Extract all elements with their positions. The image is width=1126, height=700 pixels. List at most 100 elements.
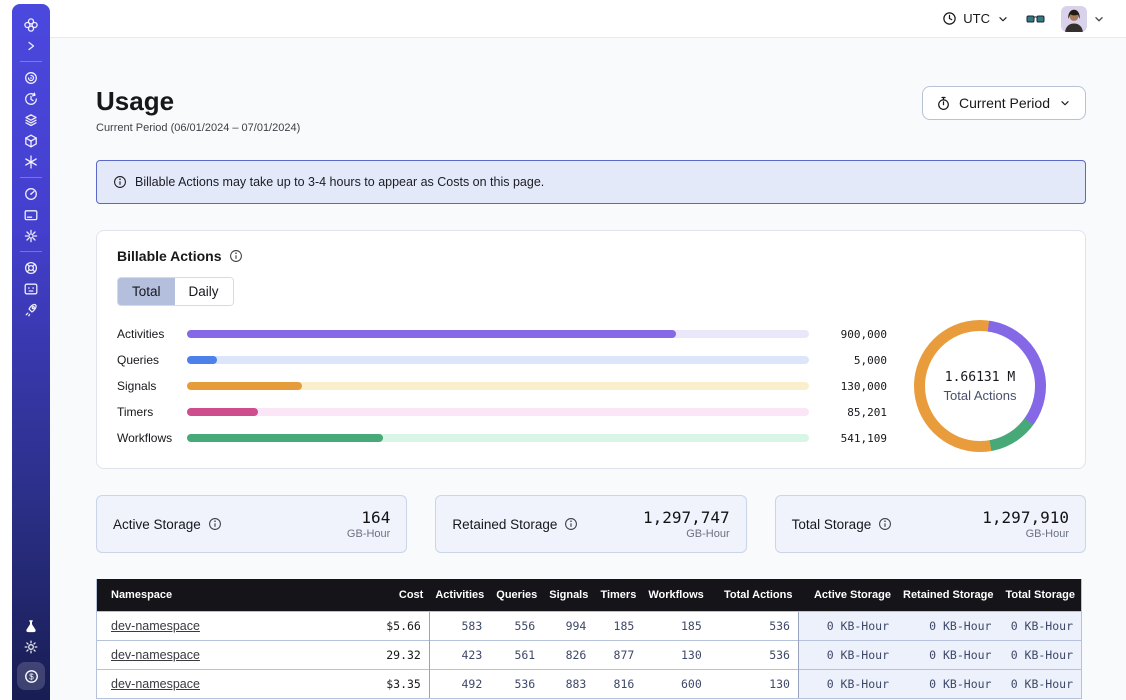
table-row: dev-namespace $3.35 492 536 883 816 600 … <box>97 669 1082 698</box>
bar-value: 900,000 <box>825 328 887 341</box>
retained-storage-cell: 0 KB-Hour <box>897 611 999 640</box>
timers-cell: 877 <box>594 640 642 669</box>
signals-cell: 883 <box>543 669 594 698</box>
lab-flask-icon[interactable] <box>18 615 44 636</box>
info-icon[interactable] <box>229 249 243 263</box>
gauge-icon[interactable] <box>18 183 44 204</box>
theme-sun-icon[interactable] <box>18 636 44 657</box>
namespace-link[interactable]: dev-namespace <box>111 648 200 662</box>
sidebar-divider <box>20 251 42 252</box>
table-header-row: Namespace Cost Activities Queries Signal… <box>97 579 1082 611</box>
bar-label: Activities <box>117 327 187 341</box>
table-row: dev-namespace 29.32 423 561 826 877 130 … <box>97 640 1082 669</box>
storage-summary-row: Active Storage 164 GB-Hour Retained Stor… <box>96 495 1086 553</box>
bar-label: Signals <box>117 379 187 393</box>
workflows-cell: 130 <box>642 640 709 669</box>
sidebar-divider <box>20 177 42 178</box>
namespace-usage-table: Namespace Cost Activities Queries Signal… <box>96 579 1082 699</box>
storage-card-value-block: 1,297,910 GB-Hour <box>982 508 1069 540</box>
terminal-face-icon[interactable] <box>18 278 44 299</box>
bar-row: Signals 130,000 <box>117 373 887 399</box>
storage-card: Active Storage 164 GB-Hour <box>96 495 407 553</box>
period-dropdown-button[interactable]: Current Period <box>922 86 1086 120</box>
timers-cell: 185 <box>594 611 642 640</box>
info-icon[interactable] <box>878 517 892 531</box>
bar-fill <box>187 330 676 338</box>
storage-card: Retained Storage 1,297,747 GB-Hour <box>435 495 746 553</box>
bar-row: Activities 900,000 <box>117 321 887 347</box>
workflows-cell: 185 <box>642 611 709 640</box>
bar-value: 130,000 <box>825 380 887 393</box>
info-icon[interactable] <box>564 517 578 531</box>
retry-clock-icon[interactable] <box>18 88 44 109</box>
total-actions-cell: 130 <box>710 669 799 698</box>
stopwatch-icon <box>936 96 951 111</box>
temporal-logo-icon[interactable] <box>18 14 44 35</box>
active-storage-cell: 0 KB-Hour <box>798 640 897 669</box>
eye-icon[interactable] <box>18 67 44 88</box>
col-queries: Queries <box>490 579 543 611</box>
col-namespace: Namespace <box>97 579 342 611</box>
activities-cell: 583 <box>429 611 490 640</box>
workflows-cell: 600 <box>642 669 709 698</box>
usage-coin-icon[interactable]: $ <box>17 662 45 690</box>
retained-storage-cell: 0 KB-Hour <box>897 669 999 698</box>
billable-actions-card: Billable Actions Total Daily Activities <box>96 230 1086 469</box>
retained-storage-cell: 0 KB-Hour <box>897 640 999 669</box>
total-actions-cell: 536 <box>710 640 799 669</box>
page-subtitle: Current Period (06/01/2024 – 07/01/2024) <box>96 122 300 134</box>
col-workflows: Workflows <box>642 579 709 611</box>
asterisk-icon[interactable] <box>18 151 44 172</box>
storage-card-value-block: 1,297,747 GB-Hour <box>643 508 730 540</box>
storage-card-value: 1,297,910 <box>982 508 1069 527</box>
storage-card-value: 164 <box>347 508 390 527</box>
signals-cell: 826 <box>543 640 594 669</box>
rocket-icon[interactable] <box>18 299 44 320</box>
main-content: Usage Current Period (06/01/2024 – 07/01… <box>50 38 1126 700</box>
bar-track <box>187 434 809 442</box>
layers-icon[interactable] <box>18 109 44 130</box>
bar-row: Queries 5,000 <box>117 347 887 373</box>
namespace-link[interactable]: dev-namespace <box>111 677 200 691</box>
total-actions-label: Total Actions <box>944 388 1017 403</box>
active-storage-cell: 0 KB-Hour <box>798 611 897 640</box>
cost-cell: $5.66 <box>341 611 429 640</box>
billing-card-icon[interactable] <box>18 204 44 225</box>
col-activities: Activities <box>429 579 490 611</box>
cube-icon[interactable] <box>18 130 44 151</box>
queries-cell: 536 <box>490 669 543 698</box>
collapse-chevron-icon[interactable] <box>18 35 44 56</box>
billable-chart: Activities 900,000 Queries <box>117 320 1065 452</box>
tab-total[interactable]: Total <box>118 278 175 305</box>
timers-cell: 816 <box>594 669 642 698</box>
table-row: dev-namespace $5.66 583 556 994 185 185 … <box>97 611 1082 640</box>
col-active-storage: Active Storage <box>798 579 897 611</box>
cost-cell: $3.35 <box>341 669 429 698</box>
activities-cell: 423 <box>429 640 490 669</box>
settings-gear-icon[interactable] <box>18 225 44 246</box>
glasses-icon[interactable] <box>1026 11 1045 27</box>
timezone-selector[interactable]: UTC <box>942 11 1010 26</box>
account-menu[interactable] <box>1061 6 1106 32</box>
storage-card-unit: GB-Hour <box>347 528 390 540</box>
storage-card: Total Storage 1,297,910 GB-Hour <box>775 495 1086 553</box>
col-cost: Cost <box>341 579 429 611</box>
tab-daily[interactable]: Daily <box>175 278 233 305</box>
bar-fill <box>187 408 258 416</box>
namespace-cell: dev-namespace <box>97 669 342 698</box>
bar-track <box>187 330 809 338</box>
cost-cell: 29.32 <box>341 640 429 669</box>
bar-track <box>187 408 809 416</box>
bar-fill <box>187 382 302 390</box>
storage-card-label: Active Storage <box>113 517 222 532</box>
total-actions-cell: 536 <box>710 611 799 640</box>
storage-card-unit: GB-Hour <box>643 528 730 540</box>
info-icon[interactable] <box>208 517 222 531</box>
signals-cell: 994 <box>543 611 594 640</box>
queries-cell: 561 <box>490 640 543 669</box>
total-storage-cell: 0 KB-Hour <box>999 669 1081 698</box>
col-timers: Timers <box>594 579 642 611</box>
namespace-link[interactable]: dev-namespace <box>111 619 200 633</box>
support-ring-icon[interactable] <box>18 257 44 278</box>
bar-track <box>187 356 809 364</box>
